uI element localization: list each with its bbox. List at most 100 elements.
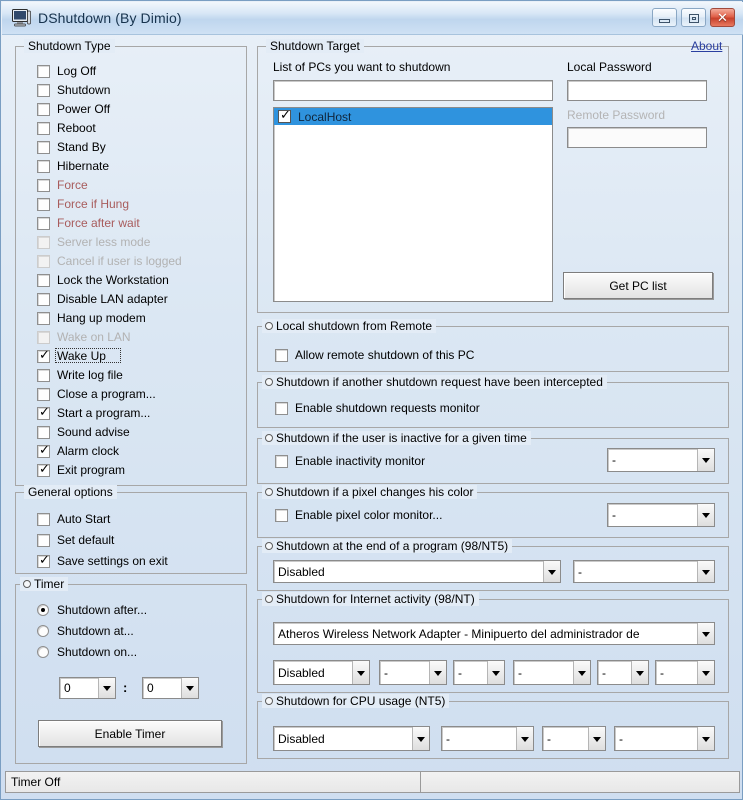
internet-combo-3[interactable]: -: [453, 660, 505, 685]
chevron-down-icon[interactable]: [697, 623, 714, 644]
shutdown-type-title: Shutdown Type: [24, 39, 115, 53]
about-link[interactable]: About: [691, 39, 722, 53]
end-of-program-title: Shutdown at the end of a program (98/NT5…: [262, 539, 513, 553]
close-icon: ✕: [717, 10, 728, 25]
timer-hours-combo[interactable]: 0: [59, 677, 116, 699]
checkbox-log-off[interactable]: Log Off: [37, 63, 96, 79]
checkbox-label: Log Off: [57, 64, 97, 78]
local-remote-title: Local shutdown from Remote: [262, 319, 437, 333]
internet-combo-6[interactable]: -: [655, 660, 715, 685]
local-password-input[interactable]: [567, 80, 707, 101]
chevron-down-icon[interactable]: [697, 727, 714, 750]
chevron-down-icon[interactable]: [588, 727, 605, 750]
chevron-down-icon[interactable]: [352, 661, 369, 684]
internet-combo-2[interactable]: -: [379, 660, 447, 685]
enable-timer-label: Enable Timer: [94, 726, 166, 741]
pixel-color-combo[interactable]: -: [607, 503, 715, 527]
chevron-down-icon[interactable]: [98, 678, 115, 698]
checkbox-lock-the-workstation[interactable]: Lock the Workstation: [37, 272, 169, 288]
checkbox-force-after-wait[interactable]: Force after wait: [37, 215, 140, 231]
internet-combo-5[interactable]: -: [597, 660, 649, 685]
checkbox-enable-inactivity-monitor[interactable]: Enable inactivity monitor: [275, 453, 425, 469]
checkbox-label: Auto Start: [57, 512, 111, 526]
enable-timer-button[interactable]: Enable Timer: [38, 720, 222, 747]
cpu-combo-4[interactable]: -: [614, 726, 715, 751]
minimize-button[interactable]: [652, 8, 677, 27]
remote-password-input[interactable]: [567, 127, 707, 148]
chevron-down-icon[interactable]: [697, 661, 714, 684]
checkbox-force-if-hung[interactable]: Force if Hung: [37, 196, 129, 212]
inactivity-combo[interactable]: -: [607, 448, 715, 472]
chevron-down-icon[interactable]: [181, 678, 198, 698]
checkbox-alarm-clock[interactable]: ✓ Alarm clock: [37, 443, 119, 459]
checkbox-box: [37, 83, 50, 97]
radio-circle: [37, 625, 49, 637]
radio-shutdown-at[interactable]: Shutdown at...: [37, 623, 134, 639]
checkbox-close-a-program[interactable]: Close a program...: [37, 386, 156, 402]
checkbox-label: Reboot: [57, 121, 96, 135]
close-button[interactable]: ✕: [710, 8, 735, 27]
chevron-down-icon[interactable]: [487, 661, 504, 684]
internet-combo-6-value: -: [660, 665, 664, 680]
checkbox-label: Power Off: [57, 102, 111, 116]
checkbox-shutdown[interactable]: Shutdown: [37, 82, 110, 98]
checkbox-box: ✓: [37, 554, 50, 568]
pc-list-box[interactable]: ✓ LocalHost: [273, 107, 553, 302]
checkbox-label: Shutdown: [57, 83, 111, 97]
local-password-label: Local Password: [567, 60, 652, 74]
checkbox-power-off[interactable]: Power Off: [37, 101, 110, 117]
internet-adapter-combo[interactable]: Atheros Wireless Network Adapter - Minip…: [273, 622, 715, 645]
pc-filter-input[interactable]: [273, 80, 553, 101]
chevron-down-icon[interactable]: [412, 727, 429, 750]
checkbox-label: Save settings on exit: [57, 554, 168, 568]
chevron-down-icon[interactable]: [631, 661, 648, 684]
checkbox-label: Enable shutdown requests monitor: [295, 401, 480, 415]
checkbox-box: ✓: [37, 444, 50, 458]
list-item-checkbox[interactable]: ✓: [278, 108, 291, 123]
checkbox-enable-shutdown-requests-monitor[interactable]: Enable shutdown requests monitor: [275, 400, 480, 416]
checkbox-enable-pixel-color-monitor[interactable]: Enable pixel color monitor...: [275, 507, 442, 523]
checkbox-allow-remote-shutdown[interactable]: Allow remote shutdown of this PC: [275, 347, 474, 363]
chevron-down-icon[interactable]: [516, 727, 533, 750]
chevron-down-icon[interactable]: [573, 661, 590, 684]
checkbox-auto-start[interactable]: Auto Start: [37, 511, 110, 527]
checkbox-set-default[interactable]: Set default: [37, 532, 114, 548]
radio-shutdown-after[interactable]: Shutdown after...: [37, 602, 147, 618]
checkbox-box: [37, 273, 50, 287]
checkbox-sound-advise[interactable]: Sound advise: [37, 424, 130, 440]
checkbox-wake-up[interactable]: ✓ Wake Up: [37, 348, 121, 364]
checkbox-box: [37, 64, 50, 78]
checkbox-hang-up-modem[interactable]: Hang up modem: [37, 310, 146, 326]
timer-minutes-combo[interactable]: 0: [142, 677, 199, 699]
checkbox-label: Enable pixel color monitor...: [295, 508, 443, 522]
checkbox-force[interactable]: Force: [37, 177, 88, 193]
checkbox-stand-by[interactable]: Stand By: [37, 139, 106, 155]
chevron-down-icon[interactable]: [429, 661, 446, 684]
checkbox-exit-program[interactable]: ✓ Exit program: [37, 462, 125, 478]
checkbox-box: [37, 121, 50, 135]
cpu-combo-2[interactable]: -: [441, 726, 534, 751]
checkbox-box: [37, 368, 50, 382]
chevron-down-icon[interactable]: [697, 504, 714, 526]
cpu-combo-3[interactable]: -: [542, 726, 606, 751]
chevron-down-icon[interactable]: [697, 449, 714, 471]
maximize-button[interactable]: [681, 8, 706, 27]
checkbox-reboot[interactable]: Reboot: [37, 120, 96, 136]
remote-password-label: Remote Password: [567, 108, 666, 122]
checkbox-hibernate[interactable]: Hibernate: [37, 158, 109, 174]
checkbox-save-settings-on-exit[interactable]: ✓ Save settings on exit: [37, 553, 168, 569]
checkbox-start-a-program[interactable]: ✓ Start a program...: [37, 405, 150, 421]
chevron-down-icon[interactable]: [543, 561, 560, 582]
checkbox-disable-lan-adapter[interactable]: Disable LAN adapter: [37, 291, 168, 307]
end-of-program-combo-2[interactable]: -: [573, 560, 715, 583]
radio-shutdown-on[interactable]: Shutdown on...: [37, 644, 137, 660]
list-item[interactable]: ✓ LocalHost: [274, 108, 552, 125]
internet-combo-4[interactable]: -: [513, 660, 591, 685]
checkbox-box: [275, 401, 288, 415]
checkbox-write-log-file[interactable]: Write log file: [37, 367, 123, 383]
internet-combo-1[interactable]: Disabled: [273, 660, 370, 685]
cpu-combo-1[interactable]: Disabled: [273, 726, 430, 751]
chevron-down-icon[interactable]: [697, 561, 714, 582]
get-pc-list-button[interactable]: Get PC list: [563, 272, 713, 299]
end-of-program-combo-1[interactable]: Disabled: [273, 560, 561, 583]
